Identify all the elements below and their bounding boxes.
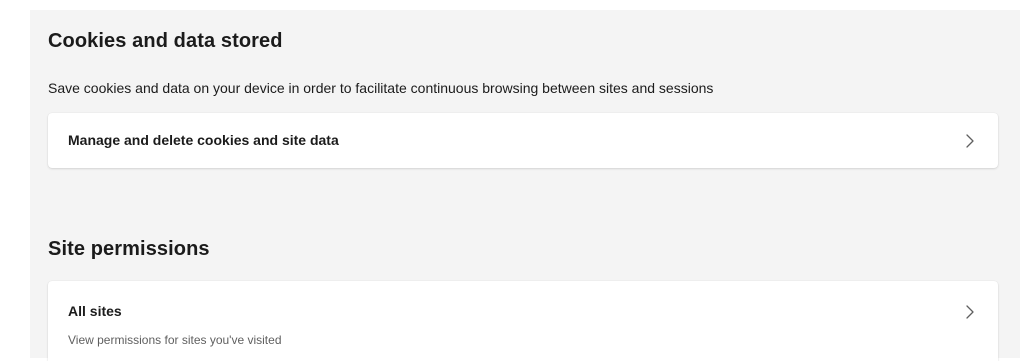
- site-permissions-title: Site permissions: [48, 238, 210, 260]
- all-sites-button[interactable]: All sites View permissions for sites you…: [48, 281, 998, 361]
- all-sites-label: All sites: [68, 303, 122, 319]
- cookies-section-title: Cookies and data stored: [48, 30, 283, 52]
- chevron-right-icon: [964, 303, 976, 321]
- manage-cookies-button[interactable]: Manage and delete cookies and site data: [48, 113, 998, 168]
- all-sites-description: View permissions for sites you've visite…: [68, 333, 282, 347]
- manage-cookies-label: Manage and delete cookies and site data: [68, 132, 339, 148]
- chevron-right-icon: [964, 132, 976, 150]
- cookies-section-description: Save cookies and data on your device in …: [48, 80, 714, 96]
- settings-content: Cookies and data stored Save cookies and…: [30, 10, 1020, 361]
